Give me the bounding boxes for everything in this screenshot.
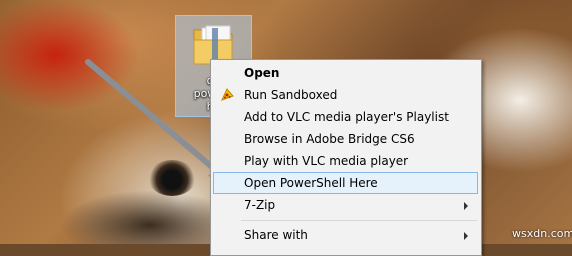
menu-item-label: Run Sandboxed bbox=[244, 88, 338, 102]
sandboxie-icon bbox=[221, 88, 234, 101]
menu-item-label: 7-Zip bbox=[244, 198, 276, 212]
menu-separator bbox=[241, 220, 477, 221]
menu-item-add-vlc-playlist[interactable]: Add to VLC media player's Playlist bbox=[213, 107, 478, 128]
menu-item-open-powershell-here[interactable]: Open PowerShell Here bbox=[213, 172, 478, 194]
menu-item-label: Share with bbox=[244, 228, 308, 242]
submenu-arrow-icon bbox=[464, 232, 468, 240]
menu-item-label: Browse in Adobe Bridge CS6 bbox=[244, 132, 415, 146]
submenu-arrow-icon bbox=[464, 202, 468, 210]
menu-item-7zip[interactable]: 7-Zip bbox=[213, 195, 478, 216]
menu-item-label: Add to VLC media player's Playlist bbox=[244, 110, 449, 124]
menu-item-label: Play with VLC media player bbox=[244, 154, 409, 168]
menu-item-open[interactable]: Open bbox=[213, 63, 478, 84]
context-menu: Open Run Sandboxed Add to VLC media play… bbox=[210, 59, 482, 256]
menu-item-browse-adobe-bridge[interactable]: Browse in Adobe Bridge CS6 bbox=[213, 129, 478, 150]
menu-item-label: Open PowerShell Here bbox=[244, 176, 378, 190]
menu-item-share-with[interactable]: Share with bbox=[213, 225, 478, 246]
menu-item-run-sandboxed[interactable]: Run Sandboxed bbox=[213, 85, 478, 106]
menu-item-label: Open bbox=[244, 66, 280, 80]
watermark: wsxdn.com bbox=[512, 227, 572, 240]
menu-item-play-vlc[interactable]: Play with VLC media player bbox=[213, 151, 478, 172]
